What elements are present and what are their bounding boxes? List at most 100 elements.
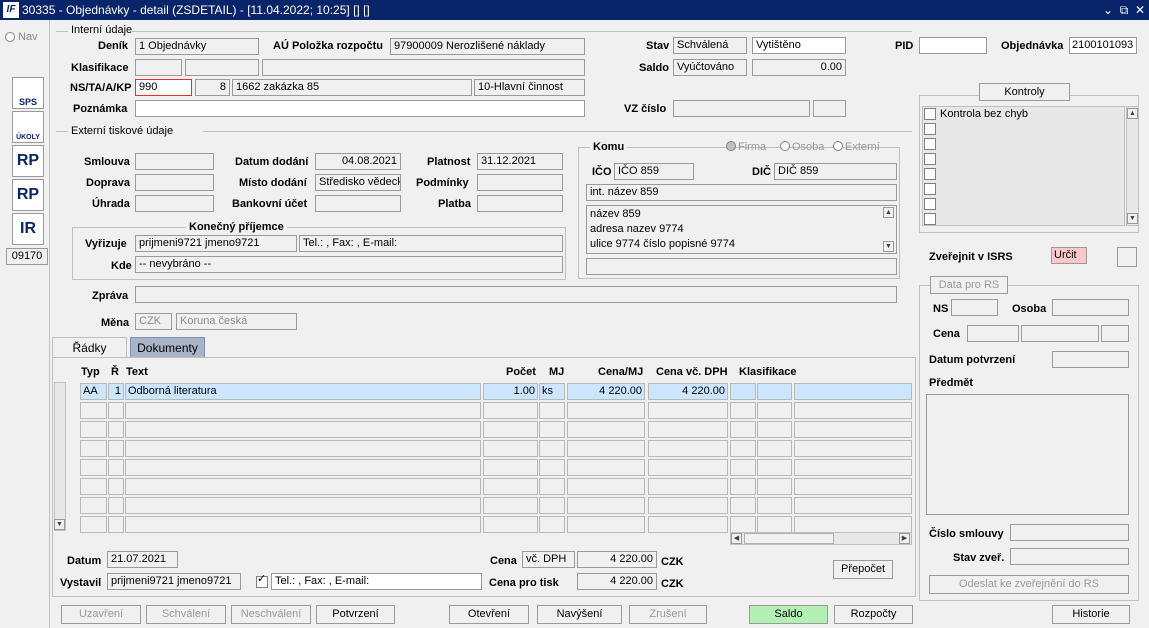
table-cell[interactable] [567,478,645,495]
au-field[interactable]: 97900009 Nerozlišené náklady [390,38,585,55]
row1-klas-2[interactable] [757,383,792,400]
vystavil-tel-field[interactable]: Tel.: , Fax: , E-mail: [271,573,482,590]
table-cell[interactable] [125,497,481,514]
table-cell[interactable] [125,478,481,495]
table-cell[interactable] [757,497,792,514]
platnost-field[interactable]: 31.12.2021 [477,153,563,170]
kontroly-scroll-down-icon[interactable]: ▼ [1127,213,1138,224]
table-cell[interactable] [125,459,481,476]
table-cell[interactable] [539,459,565,476]
isrs-field[interactable]: Určit [1051,247,1087,264]
table-cell[interactable] [80,516,107,533]
platba-field[interactable] [477,195,563,212]
poznamka-field[interactable] [135,100,585,117]
kontrola-checkbox-2[interactable] [924,123,936,135]
table-cell[interactable] [539,516,565,533]
objednavka-field[interactable]: 2100101093 [1069,37,1137,54]
table-cell[interactable] [80,459,107,476]
neschvaleni-button[interactable]: Neschválení [231,605,311,624]
table-cell[interactable] [125,440,481,457]
table-cell[interactable] [80,497,107,514]
table-cell[interactable] [539,497,565,514]
smlouva-field[interactable] [135,153,214,170]
table-cell[interactable] [730,402,756,419]
kontroly-scroll-up-icon[interactable]: ▲ [1127,108,1138,119]
stav-zver-field[interactable] [1010,548,1129,565]
table-cell[interactable] [757,421,792,438]
table-cell[interactable] [567,516,645,533]
kontroly-button[interactable]: Kontroly [979,83,1070,101]
table-cell[interactable] [794,478,912,495]
stav2-field[interactable]: Vytištěno [752,37,846,54]
table-cell[interactable] [80,402,107,419]
table-cell[interactable] [108,459,124,476]
kontroly-scrollbar[interactable] [1126,106,1139,226]
pid-field[interactable] [919,37,987,54]
mena-field[interactable]: CZK [135,313,172,330]
saldo-value[interactable]: 0.00 [752,59,846,76]
table-cell[interactable] [730,459,756,476]
kontrola-checkbox-6[interactable] [924,183,936,195]
table-cell[interactable] [108,440,124,457]
table-cell[interactable] [730,516,756,533]
saldo-field[interactable]: Vyúčtováno [673,59,747,76]
cena-type-field[interactable]: vč. DPH [522,551,575,568]
radio-externi[interactable] [833,141,843,151]
table-cell[interactable] [648,402,728,419]
zruseni-button[interactable]: Zrušení [629,605,707,624]
datum-field[interactable]: 21.07.2021 [107,551,178,568]
misto-field[interactable]: Středisko vědeck [315,174,401,191]
klasifikace-field-3[interactable] [262,59,585,76]
row1-typ[interactable]: AA [80,383,107,400]
uhrada-field[interactable] [135,195,214,212]
stav-field[interactable]: Schválená [673,37,747,54]
table-cell[interactable] [108,421,124,438]
table-cell[interactable] [648,421,728,438]
kontrola-checkbox-8[interactable] [924,213,936,225]
vyrizuje-field[interactable]: prijmeni9721 jmeno9721 [135,235,297,252]
table-cell[interactable] [794,402,912,419]
kp-field[interactable]: 10-Hlavní činnost [474,79,585,96]
vz-field-2[interactable] [813,100,846,117]
table-cell[interactable] [567,440,645,457]
table-cell[interactable] [483,421,538,438]
table-cell[interactable] [648,440,728,457]
table-cell[interactable] [757,478,792,495]
rs-cena-field-1[interactable] [967,325,1019,342]
table-cell[interactable] [483,402,538,419]
table-cell[interactable] [794,440,912,457]
id-box[interactable]: 09170 [6,248,48,265]
data-rs-button[interactable]: Data pro RS [930,276,1008,294]
table-cell[interactable] [794,421,912,438]
vystavil-field[interactable]: prijmeni9721 jmeno9721 [107,573,241,590]
row1-r[interactable]: 1 [108,383,124,400]
ukoly-icon[interactable]: ÚKOLY [12,111,44,143]
table-cell[interactable] [567,402,645,419]
address-field[interactable]: název 859 adresa nazev 9774 ulice 9774 č… [586,205,897,254]
odeslat-rs-button[interactable]: Odeslat ke zveřejnění do RS [929,575,1129,594]
table-cell[interactable] [757,440,792,457]
denik-field[interactable]: 1 Objednávky [135,38,259,55]
table-cell[interactable] [483,478,538,495]
table-cell[interactable] [80,440,107,457]
table-cell[interactable] [539,421,565,438]
table-cell[interactable] [648,516,728,533]
table-cell[interactable] [730,421,756,438]
table-cell[interactable] [794,497,912,514]
otevreni-button[interactable]: Otevření [449,605,529,624]
tab-dokumenty[interactable]: Dokumenty [130,337,205,358]
bank-field[interactable] [315,195,401,212]
klasifikace-field-2[interactable] [185,59,259,76]
hscroll-thumb[interactable] [744,533,834,544]
schvaleni-button[interactable]: Schválení [146,605,226,624]
row1-pocet[interactable]: 1.00 [483,383,538,400]
table-vscrollbar[interactable] [54,382,66,531]
table-cell[interactable] [730,497,756,514]
table-scroll-down-icon[interactable]: ▼ [54,519,65,530]
prepocet-button[interactable]: Přepočet [833,560,893,579]
ns-field[interactable]: 990 [135,79,192,96]
sps-icon[interactable]: SPS [12,77,44,109]
table-cell[interactable] [648,459,728,476]
table-cell[interactable] [757,459,792,476]
row1-klas-1[interactable] [730,383,756,400]
